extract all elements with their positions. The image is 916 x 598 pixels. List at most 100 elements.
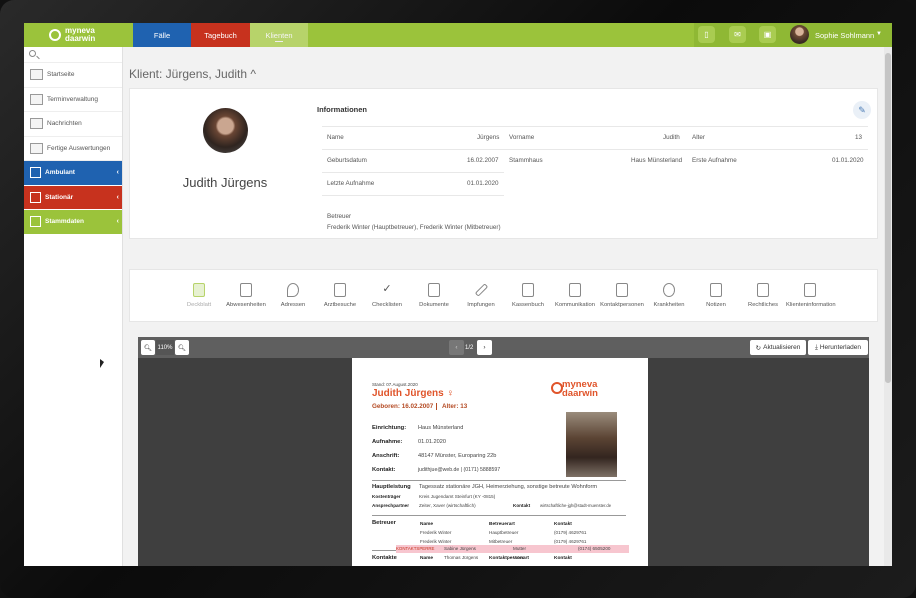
sidebar-item-startseite[interactable]: Startseite xyxy=(24,63,122,88)
doc-cell: Mitbetreuer xyxy=(489,539,513,544)
sidebar-category-stammdaten[interactable]: Stammdaten ‹ xyxy=(24,210,122,235)
tool-arztbesuche[interactable]: Arztbesuche xyxy=(316,283,364,308)
doc-betreuer-title: Betreuer xyxy=(372,520,396,526)
refresh-button[interactable]: ↻ Aktualisieren xyxy=(750,340,806,355)
search-icon[interactable] xyxy=(29,50,36,57)
collapse-caret-icon[interactable]: ^ xyxy=(250,67,256,81)
doc-ansprech-label: Ansprechpartner xyxy=(372,503,410,508)
download-button[interactable]: ⤓ Herunterladen xyxy=(808,340,868,355)
doc-cell: Sabine Jürgens xyxy=(444,546,476,551)
tool-notizen[interactable]: Notizen xyxy=(692,283,740,308)
edit-pencil-icon[interactable]: ✎ xyxy=(853,101,871,119)
client-name: Judith Jürgens xyxy=(182,175,268,190)
tool-label: Impfungen xyxy=(467,302,495,308)
page-indicator: 1/2 xyxy=(465,344,474,351)
next-page-button[interactable]: › xyxy=(477,340,492,355)
refresh-label: Aktualisieren xyxy=(763,344,801,351)
active-tab-indicator xyxy=(275,41,283,44)
tool-kommunikation[interactable]: Kommunikation xyxy=(551,283,599,308)
user-avatar[interactable] xyxy=(790,25,809,44)
building-icon xyxy=(30,191,41,203)
tool-label: Abwesenheiten xyxy=(226,302,266,308)
app-logo[interactable]: myneva daarwin xyxy=(24,23,133,47)
tool-kontaktpersonen[interactable]: Kontaktpersonen xyxy=(598,283,646,308)
doc-value: 01.01.2020 xyxy=(418,439,446,445)
viewer-toolbar: 🔍︎ 110% 🔍︎ ‹ 1/2 › ↻ Aktualisieren ⤓ Herun… xyxy=(138,337,869,358)
people-icon xyxy=(616,283,628,297)
tool-klienteninformation[interactable]: Klienteninformation xyxy=(786,283,836,308)
chevron-down-icon[interactable]: ▼ xyxy=(876,31,882,37)
tool-label: Rechtliches xyxy=(748,302,778,308)
download-label: Herunterladen xyxy=(819,344,862,351)
info-row: Letzte Aufnahme 01.01.2020 xyxy=(322,172,504,195)
sidebar-item-nachrichten[interactable]: Nachrichten xyxy=(24,112,122,137)
calendar-icon xyxy=(30,93,43,105)
tool-rechtliches[interactable]: Rechtliches xyxy=(739,283,787,308)
field-label: Stammhaus xyxy=(509,157,543,164)
sidebar-search[interactable] xyxy=(24,47,122,63)
main-content: Klient: Jürgens, Judith ^ Judith Jürgens… xyxy=(123,47,883,566)
info-section-title: Informationen xyxy=(317,105,367,114)
tool-kassenbuch[interactable]: Kassenbuch xyxy=(504,283,552,308)
sidebar-category-ambulant[interactable]: Ambulant ‹ xyxy=(24,161,122,186)
user-toolbar: ▯ ✉ ▣ Sophie Sohlmann ▼ xyxy=(694,23,892,47)
logo-mark-icon xyxy=(49,29,61,41)
doc-logo: myneva daarwin xyxy=(551,380,598,398)
tool-adressen[interactable]: Adressen xyxy=(269,283,317,308)
tool-label: Kassenbuch xyxy=(512,302,544,308)
user-name[interactable]: Sophie Sohlmann xyxy=(815,31,874,40)
tool-checklisten[interactable]: ✓ Checklisten xyxy=(363,283,411,308)
tab-faelle[interactable]: Fälle xyxy=(133,23,191,47)
doc-kostentraeger-value: Kreis Jugendamt Steinfurt (KY -0815) xyxy=(419,494,496,499)
sidebar-item-label: Terminverwaltung xyxy=(47,95,98,103)
tab-tagebuch[interactable]: Tagebuch xyxy=(191,23,250,47)
database-icon xyxy=(30,216,41,228)
logo-line2: daarwin xyxy=(65,34,96,43)
sidebar-item-auswertungen[interactable]: Fertige Auswertungen xyxy=(24,137,122,161)
phone-icon[interactable]: ▯ xyxy=(698,26,715,43)
doc-hauptleistung-label: Hauptleistung xyxy=(372,484,411,490)
field-label: Erste Aufnahme xyxy=(692,157,737,164)
doc-label: Anschrift: xyxy=(372,453,400,459)
module-toolbar: Deckblatt Abwesenheiten Adressen Arztbes… xyxy=(129,269,878,322)
calendar-icon[interactable]: ▣ xyxy=(759,26,776,43)
report-icon xyxy=(30,142,43,154)
field-label: Geburtsdatum xyxy=(327,157,367,164)
client-info-icon xyxy=(804,283,816,297)
tool-krankheiten[interactable]: Krankheiten xyxy=(645,283,693,308)
tool-impfungen[interactable]: Impfungen xyxy=(457,283,505,308)
sidebar-category-stationaer[interactable]: Stationär ‹ xyxy=(24,185,122,210)
syringe-icon xyxy=(474,283,488,297)
tool-label: Arztbesuche xyxy=(323,302,357,308)
doc-col-header: Kontakt xyxy=(554,522,572,527)
sidebar-item-terminverwaltung[interactable]: Terminverwaltung xyxy=(24,88,122,112)
doc-cell: Hauptbetreuer xyxy=(489,530,519,535)
doc-cell: (0174) 6505200 xyxy=(578,546,611,551)
scrollbar-thumb[interactable] xyxy=(885,53,891,383)
tab-klienten[interactable]: Klienten xyxy=(250,23,308,47)
doc-label: Kontakt: xyxy=(372,467,396,473)
page-title-text: Klient: Jürgens, Judith xyxy=(129,67,248,81)
field-value: Judith xyxy=(663,134,680,141)
legal-icon xyxy=(757,283,769,297)
doc-cell: Thomas Jürgens xyxy=(444,555,479,560)
doc-cell: Frederik Winter xyxy=(420,530,452,535)
tool-dokumente[interactable]: Dokumente xyxy=(410,283,458,308)
doctor-icon xyxy=(334,283,346,297)
prev-page-button[interactable]: ‹ xyxy=(449,340,464,355)
tool-abwesenheiten[interactable]: Abwesenheiten xyxy=(222,283,270,308)
zoom-out-icon[interactable]: 🔍︎ xyxy=(141,340,155,355)
mail-icon[interactable]: ✉ xyxy=(729,26,746,43)
field-value: 13 xyxy=(855,134,863,141)
field-value: Haus Münsterland xyxy=(631,157,683,164)
doc-cell: (0179) 4629761 xyxy=(554,530,587,535)
zoom-in-icon[interactable]: 🔍︎ xyxy=(175,340,189,355)
tool-deckblatt[interactable]: Deckblatt xyxy=(175,283,223,308)
page-title: Klient: Jürgens, Judith ^ xyxy=(129,67,256,81)
phone-icon xyxy=(569,283,581,297)
doc-kostentraeger-label: Kostenträger xyxy=(372,494,401,499)
doc-hauptleistung-value: Tagessatz stationäre JGH, Heimerziehung,… xyxy=(419,484,598,490)
main-scrollbar[interactable] xyxy=(884,47,892,566)
info-row: Geburtsdatum 16.02.2007 Stammhaus Haus M… xyxy=(322,149,868,172)
chevron-left-icon: ‹ xyxy=(116,193,119,201)
